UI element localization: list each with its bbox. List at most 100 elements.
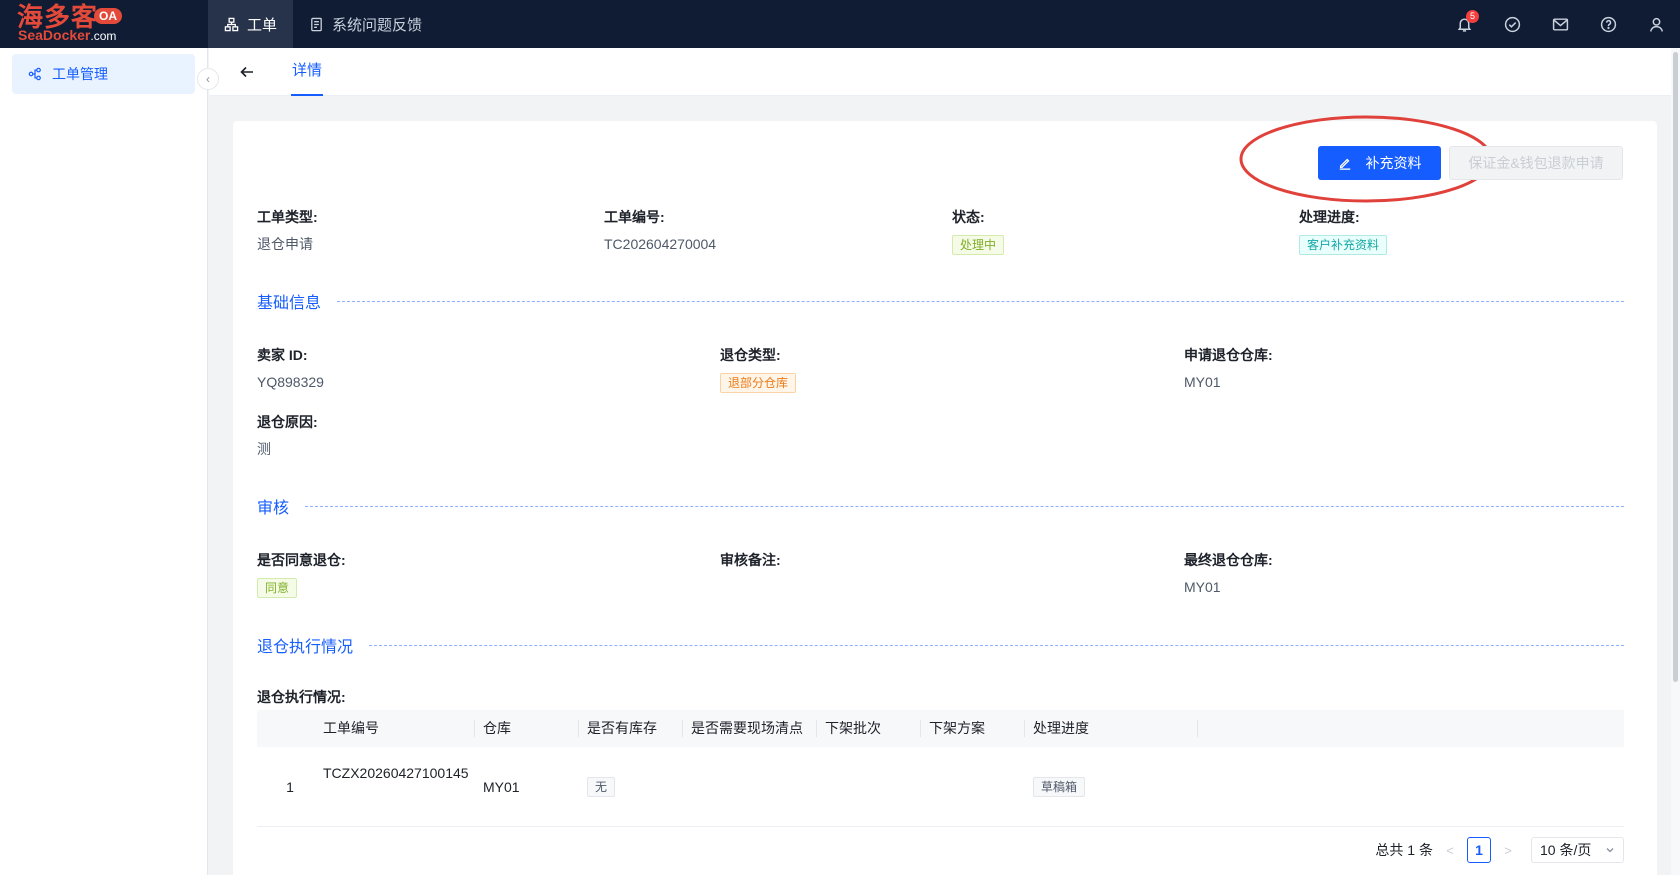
field-workorder-type: 工单类型: 退仓申请 bbox=[257, 208, 318, 253]
table-header-cell bbox=[1198, 710, 1624, 747]
pagination-total: 总共 1 条 bbox=[1375, 842, 1433, 858]
chevron-right-icon[interactable]: > bbox=[1501, 843, 1515, 858]
page-tab-bar: 详情 bbox=[209, 48, 1671, 96]
progress-badge: 客户补充资料 bbox=[1299, 235, 1388, 255]
mail-button[interactable] bbox=[1536, 0, 1584, 48]
row-onsite-count bbox=[683, 747, 817, 826]
refund-request-button[interactable]: 保证金&钱包退款申请 bbox=[1449, 146, 1623, 180]
tab-detail[interactable]: 详情 bbox=[291, 48, 324, 96]
status-badge: 处理中 bbox=[952, 235, 1005, 255]
top-bar: 海多客 OA SeaDocker.com 工单 系统问题反馈 5 bbox=[0, 0, 1680, 48]
field-return-type: 退仓类型: 退部分仓库 bbox=[720, 346, 797, 393]
sidebar-item-label: 工单管理 bbox=[52, 66, 108, 82]
field-value: 退仓申请 bbox=[257, 236, 313, 252]
nav-tab-feedback[interactable]: 系统问题反馈 bbox=[293, 0, 438, 48]
field-value: MY01 bbox=[1184, 374, 1221, 390]
section-basic-info: 基础信息 bbox=[257, 291, 1624, 312]
detail-card: 补充资料 保证金&钱包退款申请 工单类型: 退仓申请 工单编号: TC20260… bbox=[233, 115, 1657, 875]
row-batch bbox=[817, 747, 921, 826]
field-review-remark: 审核备注: bbox=[720, 551, 781, 569]
sidebar-item-workorder-management[interactable]: 工单管理 bbox=[12, 54, 195, 94]
scrollbar-thumb[interactable] bbox=[1673, 52, 1678, 682]
section-review: 审核 bbox=[257, 496, 1624, 517]
table-header-cell: 仓库 bbox=[475, 710, 579, 747]
table-header-cell: 工单编号 bbox=[315, 710, 475, 747]
field-label: 卖家 ID: bbox=[257, 347, 308, 363]
nav-tab-workorder[interactable]: 工单 bbox=[208, 0, 294, 48]
help-button[interactable] bbox=[1584, 0, 1632, 48]
table-header-index bbox=[257, 710, 315, 747]
logo[interactable]: 海多客 OA SeaDocker.com bbox=[0, 0, 208, 48]
top-nav: 工单 系统问题反馈 bbox=[208, 0, 438, 48]
logo-text-en: SeaDocker.com bbox=[18, 27, 117, 43]
sidebar-collapse-button[interactable]: ‹ bbox=[197, 68, 219, 90]
field-label: 申请退仓仓库: bbox=[1184, 347, 1273, 363]
field-value: TC202604270004 bbox=[604, 236, 717, 252]
section-divider bbox=[305, 505, 1624, 507]
field-label: 工单编号: bbox=[604, 209, 665, 225]
field-value: 测 bbox=[257, 441, 271, 457]
field-seller-id: 卖家 ID: YQ898329 bbox=[257, 346, 324, 391]
field-value: MY01 bbox=[1184, 579, 1221, 595]
user-button[interactable] bbox=[1632, 0, 1680, 48]
chevron-left-icon[interactable]: < bbox=[1443, 843, 1457, 858]
section-execution: 退仓执行情况 bbox=[257, 635, 1624, 656]
help-icon bbox=[1600, 16, 1616, 32]
page-size-select[interactable]: 10 条/页 bbox=[1531, 837, 1624, 863]
pagination: 总共 1 条 < 1 > 10 条/页 bbox=[1375, 837, 1624, 863]
table-header-cell: 下架批次 bbox=[817, 710, 921, 747]
sitemap-icon bbox=[224, 17, 239, 31]
mail-icon bbox=[1552, 17, 1568, 31]
section-divider bbox=[369, 644, 1624, 646]
field-execution-table-label: 退仓执行情况: bbox=[257, 688, 346, 706]
nav-tab-label: 工单 bbox=[247, 16, 278, 34]
table-header-cell: 是否需要现场清点 bbox=[683, 710, 817, 747]
field-label: 退仓类型: bbox=[720, 347, 781, 363]
section-divider bbox=[337, 300, 1624, 302]
nav-tab-label: 系统问题反馈 bbox=[332, 16, 423, 34]
notification-badge: 5 bbox=[1466, 10, 1479, 23]
field-progress: 处理进度: 客户补充资料 bbox=[1299, 208, 1388, 255]
field-status: 状态: 处理中 bbox=[952, 208, 1005, 255]
supplement-info-button[interactable]: 补充资料 bbox=[1318, 146, 1441, 180]
section-title: 基础信息 bbox=[257, 295, 322, 312]
field-value: YQ898329 bbox=[257, 374, 324, 390]
field-agree-return: 是否同意退仓: 同意 bbox=[257, 551, 346, 598]
row-stock-badge: 无 bbox=[587, 776, 616, 797]
chevron-left-icon: ‹ bbox=[206, 72, 210, 86]
field-label: 是否同意退仓: bbox=[257, 552, 346, 568]
row-empty-cell bbox=[1198, 747, 1624, 826]
notification-button[interactable]: 5 bbox=[1440, 0, 1488, 48]
field-label: 审核备注: bbox=[720, 552, 781, 568]
user-icon bbox=[1649, 17, 1663, 32]
check-circle-icon bbox=[1504, 16, 1520, 32]
agree-badge: 同意 bbox=[257, 578, 298, 598]
table-header-cell: 下架方案 bbox=[921, 710, 1025, 747]
field-label: 工单类型: bbox=[257, 209, 318, 225]
pagination-page-button[interactable]: 1 bbox=[1467, 837, 1491, 863]
table-header-cell: 处理进度 bbox=[1025, 710, 1198, 747]
page-size-value: 10 条/页 bbox=[1540, 842, 1592, 858]
logo-badge: OA bbox=[94, 8, 122, 24]
row-warehouse: MY01 bbox=[483, 778, 520, 795]
field-final-warehouse: 最终退仓仓库: MY01 bbox=[1184, 551, 1273, 596]
back-button[interactable] bbox=[237, 62, 257, 82]
execution-table: 工单编号 仓库 是否有库存 是否需要现场清点 下架批次 下架方案 处理进度 1 … bbox=[257, 710, 1624, 827]
field-label: 最终退仓仓库: bbox=[1184, 552, 1273, 568]
workflow-icon bbox=[28, 67, 41, 81]
tasks-button[interactable] bbox=[1488, 0, 1536, 48]
field-label: 退仓原因: bbox=[257, 414, 318, 430]
field-workorder-number: 工单编号: TC202604270004 bbox=[604, 208, 716, 253]
supplement-button-label: 补充资料 bbox=[1365, 155, 1422, 171]
field-label: 状态: bbox=[952, 209, 985, 225]
field-label: 处理进度: bbox=[1299, 209, 1360, 225]
section-title: 审核 bbox=[257, 500, 290, 517]
section-title: 退仓执行情况 bbox=[257, 639, 354, 656]
scrollbar[interactable] bbox=[1671, 48, 1680, 875]
table-row[interactable]: 1 TCZX20260427100145 MY01 无 草稿箱 bbox=[257, 747, 1624, 827]
field-label: 退仓执行情况: bbox=[257, 689, 346, 705]
chevron-down-icon bbox=[1606, 848, 1614, 853]
row-index: 1 bbox=[286, 778, 294, 795]
row-workorder-number: TCZX20260427100145 bbox=[323, 765, 469, 781]
toolbar-icons: 5 bbox=[1440, 0, 1680, 48]
